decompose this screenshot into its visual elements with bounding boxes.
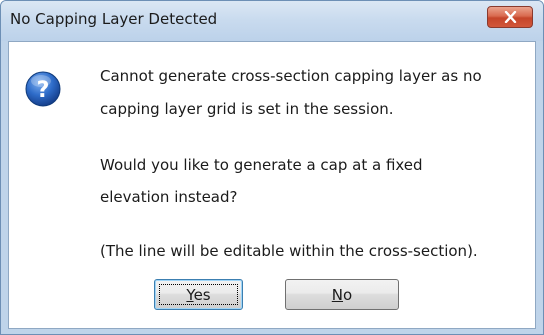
- yes-label-rest: es: [193, 286, 211, 304]
- no-button-label: No: [286, 286, 398, 304]
- close-icon: [504, 11, 517, 23]
- svg-text:?: ?: [37, 78, 50, 103]
- message-line-1: Cannot generate cross-section capping la…: [100, 67, 482, 85]
- dialog-content: ? Cannot generate cross-section capping …: [8, 41, 536, 329]
- yes-button-label: Yes: [155, 286, 242, 304]
- question-icon: ?: [25, 71, 61, 107]
- no-label-rest: o: [343, 286, 353, 304]
- note-text: (The line will be editable within the cr…: [100, 242, 478, 260]
- yes-mnemonic: Y: [186, 286, 194, 304]
- question-line-1: Would you like to generate a cap at a fi…: [100, 156, 423, 174]
- no-mnemonic: N: [331, 286, 344, 304]
- question-line-2: elevation instead?: [100, 188, 238, 206]
- window-title: No Capping Layer Detected: [10, 10, 218, 28]
- message-line-2: capping layer grid is set in the session…: [100, 100, 394, 118]
- close-button[interactable]: [487, 6, 533, 28]
- no-button[interactable]: No: [285, 279, 399, 310]
- dialog-window: No Capping Layer Detected ? Cannot gener…: [0, 0, 544, 335]
- title-bar[interactable]: No Capping Layer Detected: [1, 1, 543, 41]
- yes-button[interactable]: Yes: [154, 279, 243, 310]
